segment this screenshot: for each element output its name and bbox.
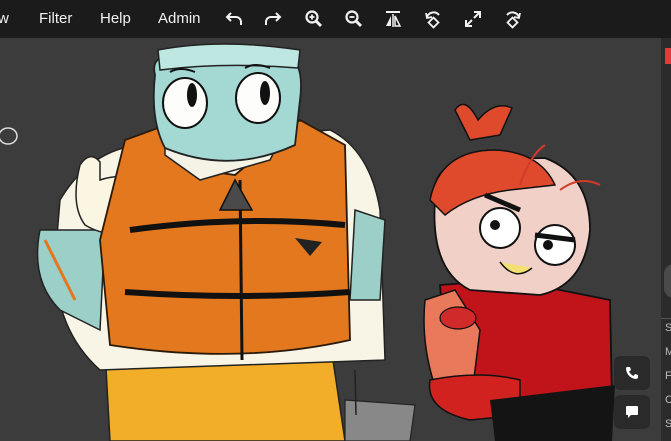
- notification-marker[interactable]: [665, 48, 671, 64]
- scribble-mark: [0, 127, 18, 145]
- menu-view[interactable]: w: [0, 10, 9, 27]
- rotate-right-icon[interactable]: [501, 7, 525, 31]
- panel-item-3[interactable]: F: [665, 370, 671, 382]
- chat-button[interactable]: [614, 395, 650, 429]
- zoom-in-icon[interactable]: [302, 7, 326, 31]
- zoom-out-icon[interactable]: [342, 7, 366, 31]
- panel-item-2[interactable]: M: [665, 346, 671, 358]
- menu-bar: w Filter Help Admin: [0, 0, 671, 38]
- left-character: [36, 43, 386, 441]
- panel-item-1[interactable]: S: [665, 322, 671, 334]
- flip-icon[interactable]: [381, 7, 405, 31]
- call-button[interactable]: [614, 356, 650, 390]
- canvas-artwork: [0, 43, 615, 441]
- drawing-canvas[interactable]: [0, 38, 661, 441]
- right-character: [423, 103, 615, 441]
- menu-admin[interactable]: Admin: [158, 10, 201, 27]
- menu-help[interactable]: Help: [100, 10, 131, 27]
- undo-icon[interactable]: [222, 7, 246, 31]
- panel-toggle[interactable]: [664, 264, 671, 298]
- panel-item-5[interactable]: S: [665, 418, 671, 430]
- panel-item-4[interactable]: C: [665, 394, 671, 406]
- menu-filter[interactable]: Filter: [39, 10, 72, 27]
- phone-icon: [626, 367, 638, 379]
- panel-divider: [661, 318, 671, 319]
- redo-icon[interactable]: [261, 7, 285, 31]
- fullscreen-icon[interactable]: [461, 7, 485, 31]
- rotate-left-icon[interactable]: [421, 7, 445, 31]
- chat-icon: [626, 406, 638, 418]
